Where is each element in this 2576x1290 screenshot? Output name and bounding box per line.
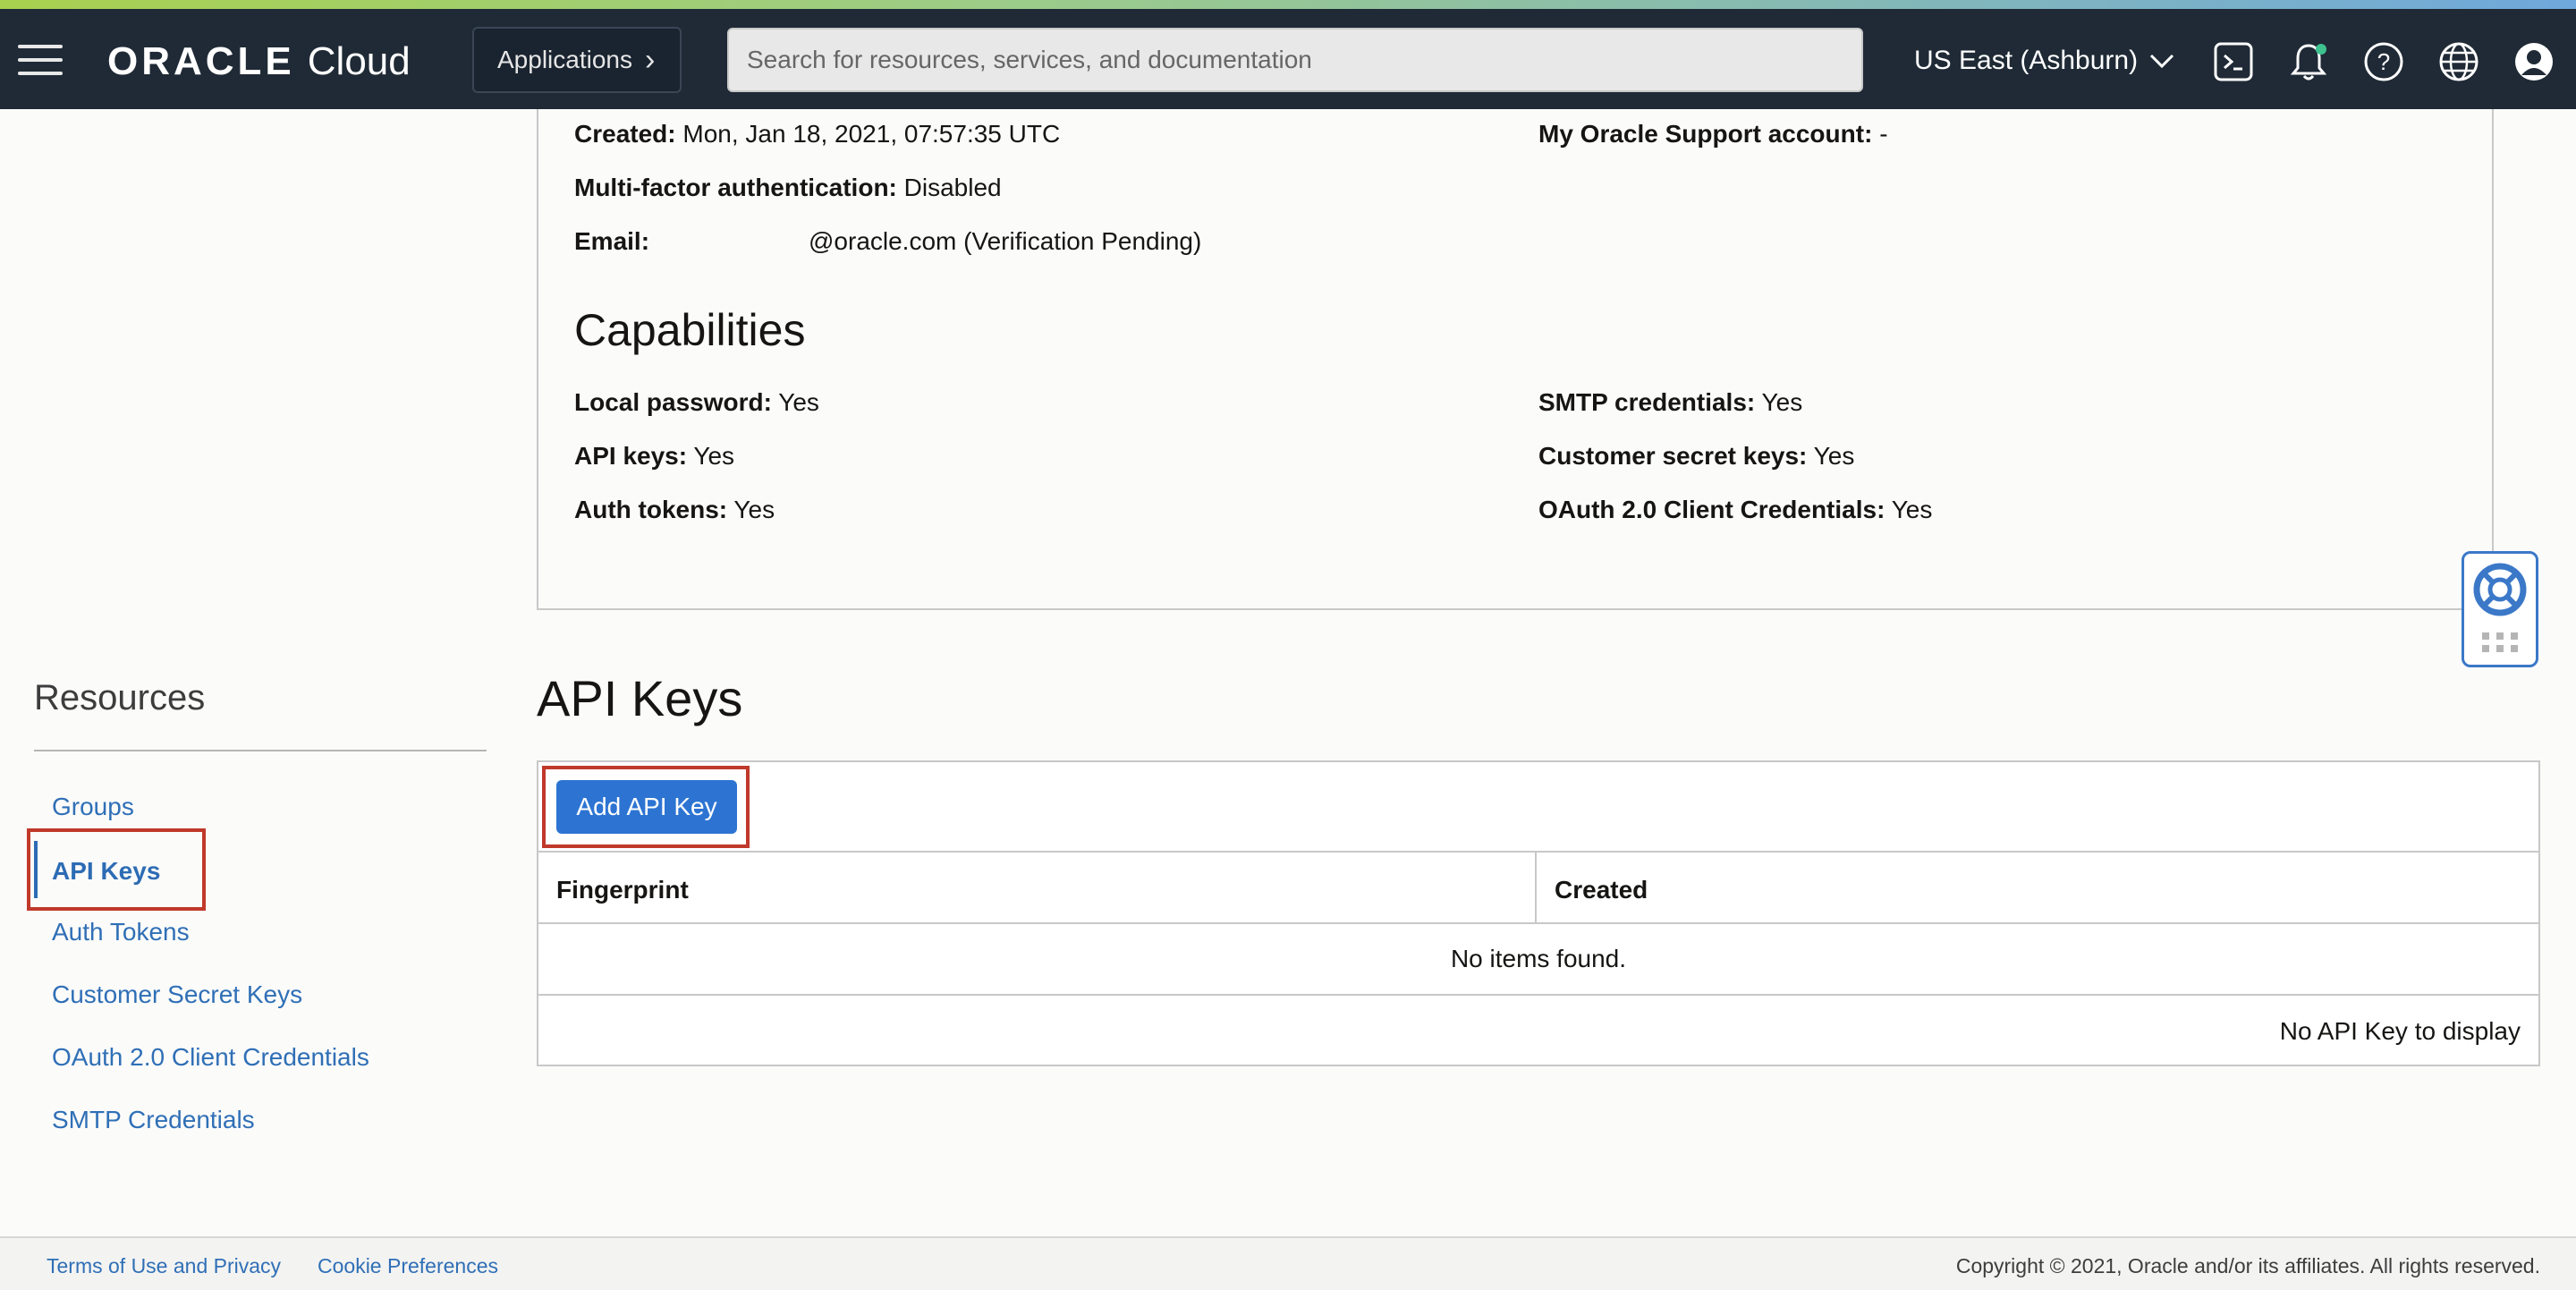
empty-message: No items found. <box>1450 945 1627 972</box>
capability-value: Yes <box>693 442 735 470</box>
profile-icon[interactable] <box>2513 41 2555 82</box>
applications-button[interactable]: Applications › <box>472 27 682 93</box>
column-header-fingerprint[interactable]: Fingerprint <box>556 876 689 904</box>
capability-label: Customer secret keys: <box>1538 442 1808 470</box>
capability-value: Yes <box>1891 496 1933 523</box>
language-icon[interactable] <box>2438 41 2479 82</box>
menu-icon[interactable] <box>18 45 63 75</box>
api-keys-title: API Keys <box>537 670 743 726</box>
resources-title: Resources <box>34 678 206 717</box>
sidebar-item-smtp-credentials[interactable]: SMTP Credentials <box>52 1106 255 1134</box>
table-footer-message: No API Key to display <box>2279 1017 2521 1045</box>
table-divider <box>537 851 2540 853</box>
capability-item: Customer secret keys: Yes <box>1538 442 1854 471</box>
logo-product: Cloud <box>307 39 411 83</box>
logo-brand: ORACLE <box>107 39 295 83</box>
table-divider <box>537 922 2540 924</box>
capability-value: Yes <box>733 496 775 523</box>
copyright-text: Copyright © 2021, Oracle and/or its affi… <box>1955 1254 2540 1277</box>
capability-value: Yes <box>1761 388 1803 416</box>
capability-label: SMTP credentials: <box>1538 388 1756 416</box>
svg-text:?: ? <box>2377 48 2390 75</box>
lifebuoy-icon <box>2473 563 2527 652</box>
chevron-down-icon <box>2150 54 2174 69</box>
notifications-icon[interactable] <box>2288 41 2329 82</box>
region-selector[interactable]: US East (Ashburn) <box>1914 39 2175 82</box>
sidebar-item-groups[interactable]: Groups <box>52 793 134 821</box>
sidebar-item-auth-tokens[interactable]: Auth Tokens <box>52 918 190 946</box>
cookie-preferences-link[interactable]: Cookie Preferences <box>318 1254 498 1278</box>
capability-item: Auth tokens: Yes <box>574 496 775 524</box>
table-divider <box>537 994 2540 996</box>
chevron-right-icon: › <box>644 42 656 77</box>
sidebar-item-oauth-client-credentials[interactable]: OAuth 2.0 Client Credentials <box>52 1043 369 1072</box>
highlight-frame <box>542 766 750 848</box>
mfa-value: Disabled <box>903 174 1002 201</box>
email-value: @oracle.com (Verification Pending) <box>809 227 1202 255</box>
help-widget[interactable] <box>2462 551 2538 667</box>
column-divider <box>1535 851 1537 922</box>
support-account-field: My Oracle Support account: - <box>1538 120 1888 149</box>
support-account-value: - <box>1879 120 1888 148</box>
applications-label: Applications <box>497 46 632 73</box>
capability-label: OAuth 2.0 Client Credentials: <box>1538 496 1885 523</box>
oracle-cloud-logo[interactable]: ORACLE Cloud <box>107 39 411 83</box>
search-input[interactable] <box>727 28 1863 92</box>
top-navigation-bar: ORACLE Cloud Applications › US East (Ash… <box>0 9 2576 109</box>
help-icon[interactable]: ? <box>2363 41 2404 82</box>
terms-link[interactable]: Terms of Use and Privacy <box>47 1254 281 1278</box>
capability-item: Local password: Yes <box>574 388 819 417</box>
resources-divider <box>34 750 487 751</box>
email-label: Email: <box>574 227 650 255</box>
mfa-field: Multi-factor authentication: Disabled <box>574 174 1002 202</box>
column-header-created[interactable]: Created <box>1555 876 1648 904</box>
capability-label: Local password: <box>574 388 772 416</box>
capability-label: Auth tokens: <box>574 496 728 523</box>
capability-label: API keys: <box>574 442 688 470</box>
created-label: Created: <box>574 120 676 148</box>
capability-item: OAuth 2.0 Client Credentials: Yes <box>1538 496 1932 524</box>
support-account-label: My Oracle Support account: <box>1538 120 1873 148</box>
mfa-label: Multi-factor authentication: <box>574 174 897 201</box>
capabilities-title: Capabilities <box>574 305 806 355</box>
created-field: Created: Mon, Jan 18, 2021, 07:57:35 UTC <box>574 120 1060 149</box>
highlight-frame <box>27 828 206 911</box>
capability-item: SMTP credentials: Yes <box>1538 388 1802 417</box>
created-value: Mon, Jan 18, 2021, 07:57:35 UTC <box>682 120 1061 148</box>
capability-value: Yes <box>1813 442 1855 470</box>
accent-strip <box>0 0 2576 9</box>
cloud-shell-icon[interactable] <box>2213 41 2254 82</box>
email-field: Email: <box>574 227 649 256</box>
sidebar-item-customer-secret-keys[interactable]: Customer Secret Keys <box>52 980 302 1009</box>
capability-item: API keys: Yes <box>574 442 734 471</box>
capability-value: Yes <box>778 388 819 416</box>
region-label: US East (Ashburn) <box>1914 46 2139 75</box>
